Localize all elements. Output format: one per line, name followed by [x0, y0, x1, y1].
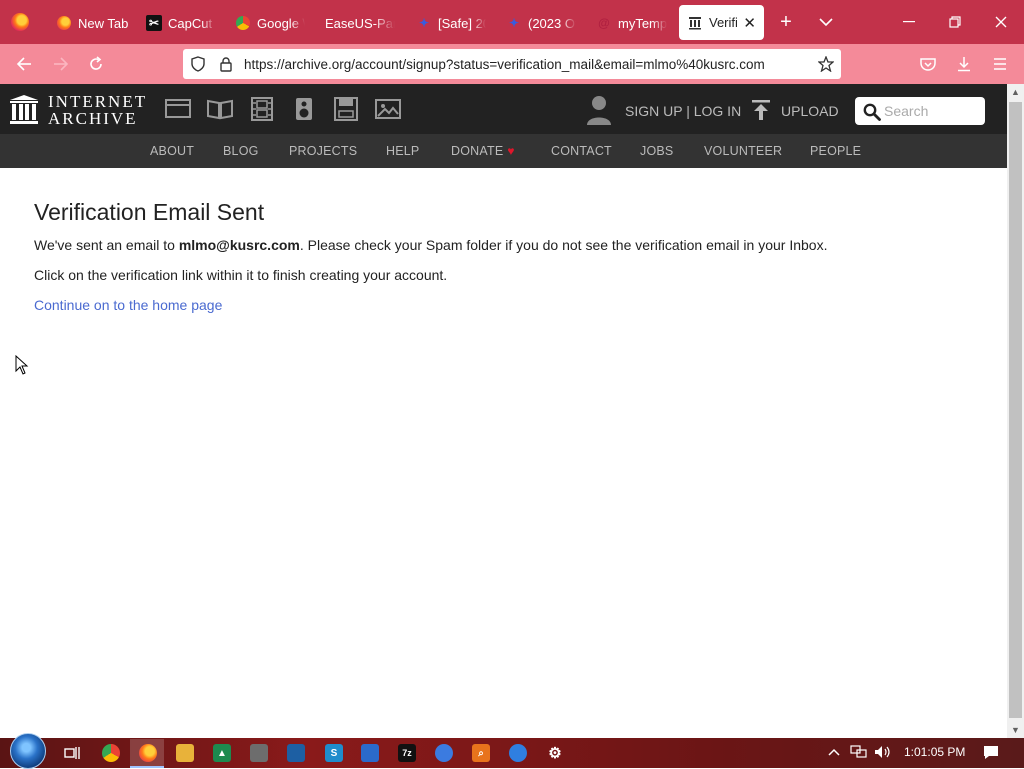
- donate-label: DONATE: [451, 144, 504, 158]
- app-icon-globe[interactable]: [435, 744, 453, 762]
- bookmark-star-icon[interactable]: [818, 56, 834, 72]
- search-icon: [863, 103, 881, 121]
- texts-icon[interactable]: [207, 97, 233, 121]
- settings-gear-icon[interactable]: ⚙: [546, 744, 564, 762]
- instruction-message: Click on the verification link within it…: [34, 267, 448, 283]
- tab-safe[interactable]: ✦ [Safe] 20: [416, 6, 486, 40]
- search-app-icon[interactable]: ⌕: [472, 744, 490, 762]
- verification-message: We've sent an email to mlmo@kusrc.com. P…: [34, 237, 827, 253]
- logo-line-2: ARCHIVE: [48, 109, 138, 128]
- message-after: . Please check your Spam folder if you d…: [299, 237, 828, 253]
- reload-icon[interactable]: [84, 52, 108, 76]
- firefox-menu-icon[interactable]: [11, 13, 29, 31]
- task-view-icon[interactable]: [63, 744, 81, 762]
- pin-icon: ✦: [418, 16, 430, 30]
- file-explorer-icon[interactable]: [176, 744, 194, 762]
- action-center-icon[interactable]: [983, 745, 999, 763]
- tab-capcut[interactable]: ✂ CapCut |: [146, 6, 216, 40]
- vertical-scrollbar[interactable]: ▲ ▼: [1007, 84, 1024, 738]
- capcut-icon: ✂: [146, 15, 162, 31]
- restore-button[interactable]: [940, 8, 970, 36]
- page-title: Verification Email Sent: [34, 199, 265, 225]
- clock[interactable]: 1:01:05 PM: [904, 745, 965, 759]
- message-before: We've sent an email to: [34, 237, 179, 253]
- app-icon-monitor[interactable]: [361, 744, 379, 762]
- store-icon[interactable]: [250, 744, 268, 762]
- email-address: mlmo@kusrc.com: [178, 237, 300, 253]
- user-icon[interactable]: [585, 94, 613, 126]
- url-text[interactable]: https://archive.org/account/signup?statu…: [244, 57, 765, 72]
- 7zip-icon[interactable]: 7z: [398, 744, 416, 762]
- software-icon[interactable]: [333, 97, 359, 121]
- new-tab-button[interactable]: +: [774, 10, 798, 34]
- minimize-button[interactable]: [894, 8, 924, 36]
- downloads-icon[interactable]: [952, 52, 976, 76]
- subnav-donate[interactable]: DONATE ♥: [451, 144, 515, 158]
- chrome-taskbar-icon[interactable]: [102, 744, 120, 762]
- scroll-up-arrow-icon[interactable]: ▲: [1007, 84, 1024, 100]
- ia-logo-icon[interactable]: [10, 95, 38, 125]
- ia-logo-text[interactable]: INTERNET ARCHIVE: [48, 93, 147, 127]
- heart-icon: ♥: [507, 144, 515, 158]
- forward-button[interactable]: [49, 52, 73, 76]
- audio-icon[interactable]: [291, 97, 317, 121]
- archive-icon: [687, 15, 703, 31]
- close-window-button[interactable]: [986, 8, 1016, 36]
- close-tab-icon[interactable]: ✕: [743, 14, 756, 32]
- chrome-icon: [235, 15, 251, 31]
- firefox-taskbar-icon[interactable]: [139, 744, 157, 762]
- subnav-contact[interactable]: CONTACT: [551, 144, 612, 158]
- calculator-app-icon[interactable]: [287, 744, 305, 762]
- mouse-cursor-icon: [15, 355, 29, 375]
- mytemp-icon: @: [598, 16, 610, 30]
- pin-icon: ✦: [508, 16, 520, 30]
- web-icon[interactable]: [165, 97, 191, 121]
- shield-icon[interactable]: [190, 56, 206, 72]
- pocket-icon[interactable]: [916, 52, 940, 76]
- subnav-jobs[interactable]: JOBS: [640, 144, 673, 158]
- tab-mytemp[interactable]: @ myTemp: [596, 6, 668, 40]
- tab-google[interactable]: Google \: [235, 6, 305, 40]
- volume-icon[interactable]: [874, 745, 892, 762]
- list-tabs-chevron-icon[interactable]: [814, 10, 838, 34]
- tab-easeus[interactable]: EaseUS-Parti: [325, 6, 395, 40]
- spreadsheet-app-icon[interactable]: ▲: [213, 744, 231, 762]
- logo-line-1: INTERNET: [48, 92, 148, 111]
- scroll-down-arrow-icon[interactable]: ▼: [1007, 722, 1024, 738]
- video-icon[interactable]: [249, 97, 275, 121]
- subnav-help[interactable]: HELP: [386, 144, 419, 158]
- app-icon-round[interactable]: [509, 744, 527, 762]
- hamburger-menu-icon[interactable]: [988, 52, 1012, 76]
- tab-new-tab[interactable]: New Tab: [56, 6, 136, 40]
- upload-link[interactable]: UPLOAD: [781, 103, 839, 119]
- network-icon[interactable]: [850, 745, 868, 762]
- images-icon[interactable]: [375, 97, 401, 121]
- tab-verification[interactable]: Verific ✕: [679, 5, 764, 40]
- show-hidden-icons-chevron-icon[interactable]: [828, 745, 840, 760]
- scrollbar-thumb[interactable]: [1009, 102, 1022, 718]
- search-input[interactable]: Search: [855, 97, 985, 125]
- upload-icon[interactable]: [750, 99, 772, 121]
- subnav-volunteer[interactable]: VOLUNTEER: [704, 144, 782, 158]
- subnav-projects[interactable]: PROJECTS: [289, 144, 357, 158]
- lock-icon[interactable]: [218, 56, 234, 72]
- subnav-blog[interactable]: BLOG: [223, 144, 259, 158]
- search-placeholder: Search: [884, 103, 929, 119]
- tab-2023[interactable]: ✦ (2023 Of: [506, 6, 576, 40]
- app-icon-blue[interactable]: S: [325, 744, 343, 762]
- home-page-link[interactable]: Continue on to the home page: [34, 297, 222, 313]
- back-button[interactable]: [12, 52, 36, 76]
- signup-login-link[interactable]: SIGN UP | LOG IN: [625, 103, 741, 119]
- subnav-people[interactable]: PEOPLE: [810, 144, 861, 158]
- start-button[interactable]: [10, 733, 46, 769]
- firefox-icon: [56, 15, 72, 31]
- subnav-about[interactable]: ABOUT: [150, 144, 194, 158]
